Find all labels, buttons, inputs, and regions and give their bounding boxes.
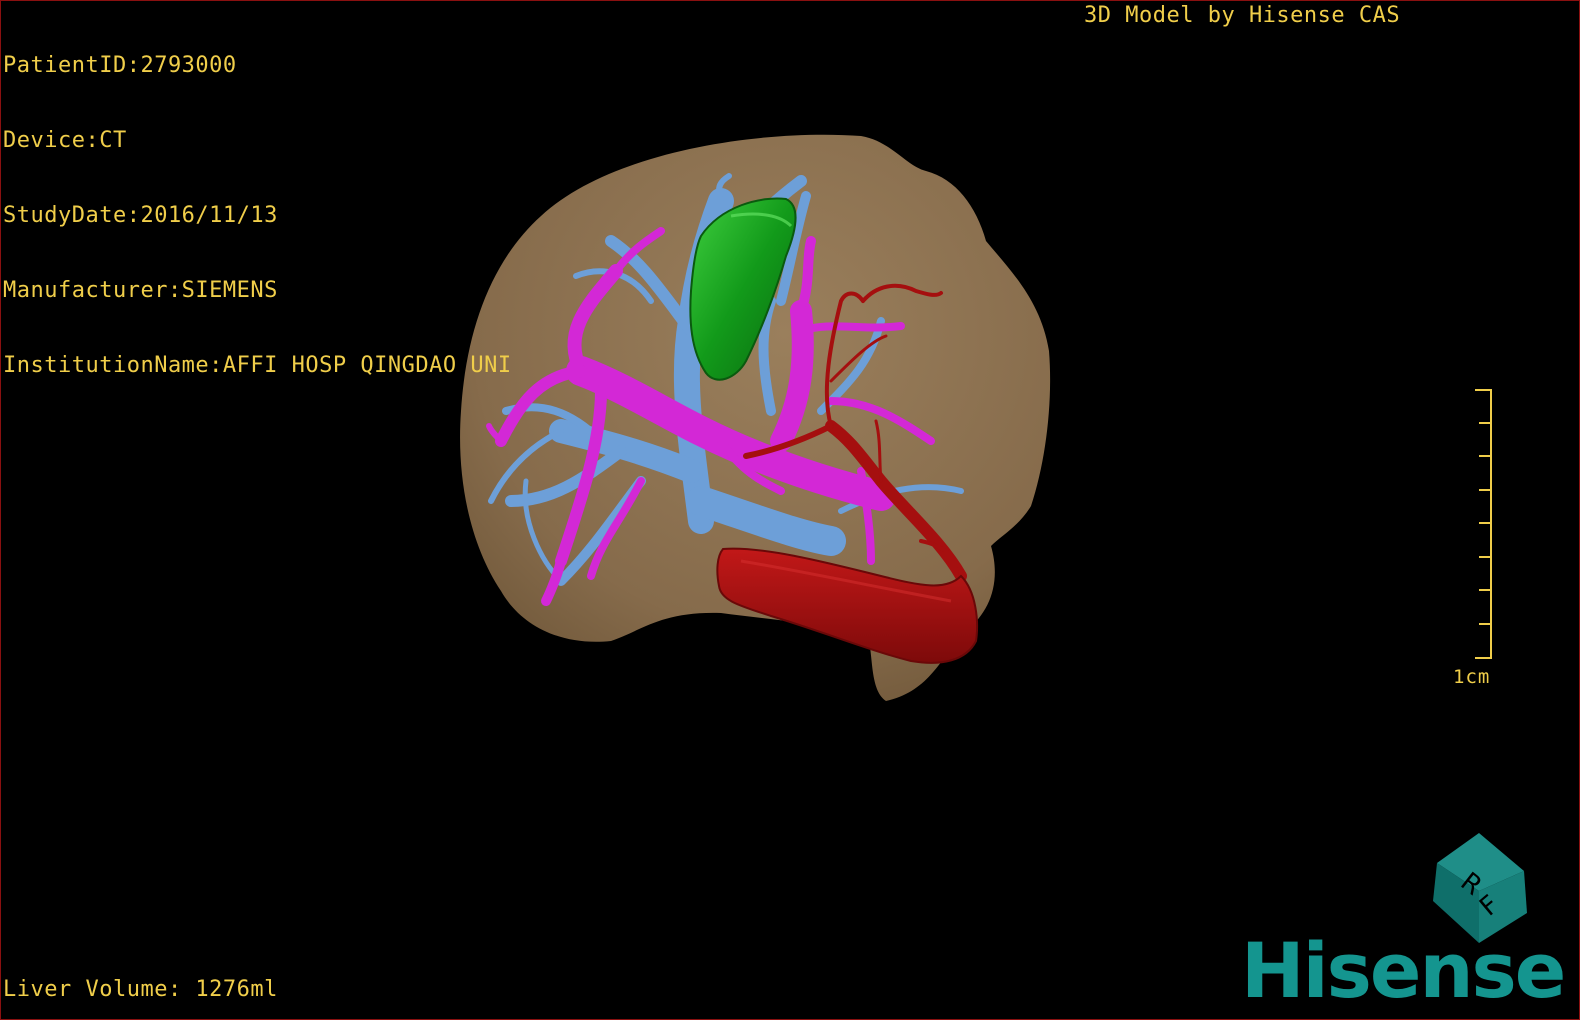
- device: Device:CT: [3, 128, 127, 153]
- patient-id: PatientID:2793000: [3, 53, 237, 78]
- scale-ruler-icon: [1475, 389, 1492, 659]
- dicom-info-overlay: PatientID:2793000 Device:CT StudyDate:20…: [3, 3, 512, 428]
- model-caption: 3D Model by Hisense CAS: [1084, 3, 1401, 28]
- scale-label: 1cm: [1453, 666, 1491, 688]
- study-date: StudyDate:2016/11/13: [3, 203, 278, 228]
- institution-name: InstitutionName:AFFI HOSP QINGDAO UNI: [3, 353, 512, 378]
- hisense-logo: Hisense: [1241, 926, 1566, 1015]
- 3d-viewport[interactable]: PatientID:2793000 Device:CT StudyDate:20…: [0, 0, 1580, 1020]
- manufacturer: Manufacturer:SIEMENS: [3, 278, 278, 303]
- liver-volume: Liver Volume: 1276ml: [3, 977, 278, 1002]
